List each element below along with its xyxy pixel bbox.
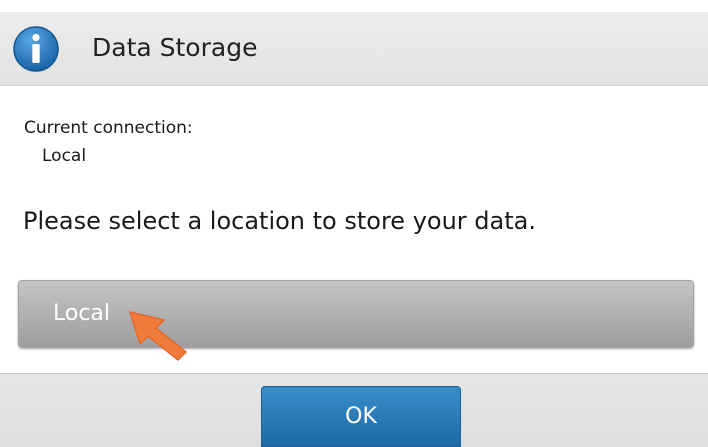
storage-option-label: Local bbox=[53, 301, 111, 326]
info-icon bbox=[13, 26, 59, 72]
pointer-arrow-icon bbox=[129, 311, 187, 361]
ok-button-label: OK bbox=[345, 403, 377, 429]
ok-button[interactable]: OK bbox=[261, 386, 461, 447]
current-connection-value: Local bbox=[42, 146, 87, 166]
top-strip bbox=[0, 0, 708, 12]
storage-option-local[interactable]: Local bbox=[18, 280, 694, 348]
dialog-header: Data Storage bbox=[0, 12, 708, 86]
current-connection-label: Current connection: bbox=[24, 118, 193, 138]
data-storage-dialog: Data Storage Current connection: Local P… bbox=[0, 0, 708, 447]
dialog-title: Data Storage bbox=[92, 33, 258, 62]
dialog-footer: OK bbox=[0, 373, 708, 447]
select-location-prompt: Please select a location to store your d… bbox=[23, 207, 536, 235]
